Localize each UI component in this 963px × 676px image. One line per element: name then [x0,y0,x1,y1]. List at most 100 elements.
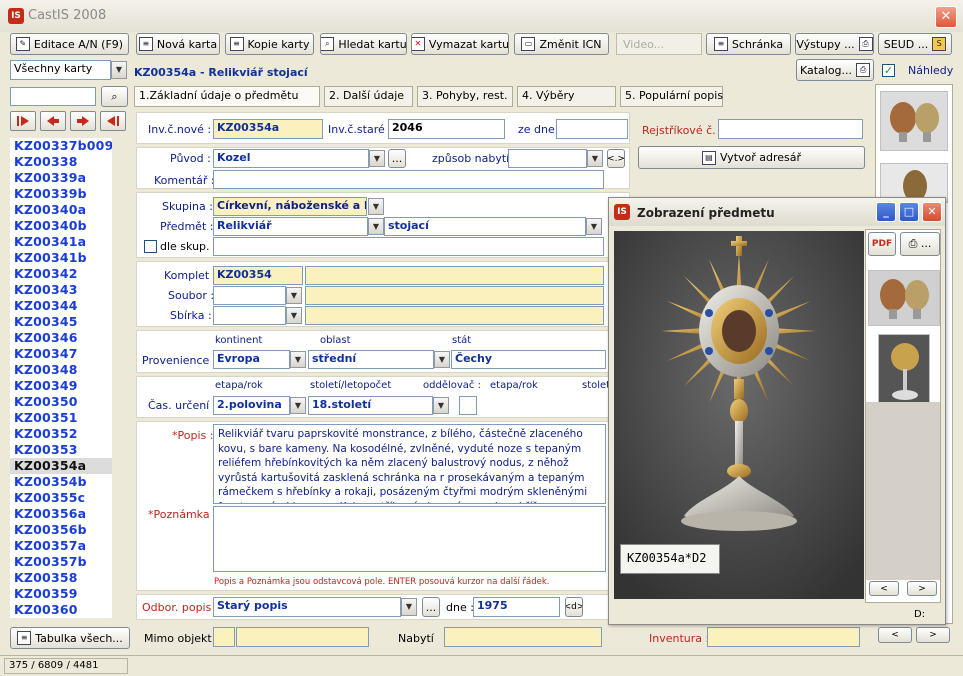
list-item[interactable]: KZ00356a [10,506,112,522]
popup-maximize-button[interactable]: □ [899,202,919,222]
expert-description-dropdown-icon[interactable]: ▼ [401,598,417,616]
stage-field[interactable]: 2.polovina [213,396,290,415]
thumb-next-button[interactable]: > [916,627,950,643]
catalog-button[interactable]: Katalog... ⎙ [796,59,874,81]
list-search-input[interactable] [10,87,96,106]
list-item[interactable]: KZ00338 [10,154,112,170]
list-item[interactable]: KZ00348 [10,362,112,378]
tab-selections[interactable]: 4. Výběry [517,86,616,107]
list-item[interactable]: KZ00360 [10,602,112,618]
list-item[interactable]: KZ00353 [10,442,112,458]
region-field[interactable]: střední [308,350,434,369]
nav-next-button[interactable] [70,111,96,131]
list-item[interactable]: KZ00359 [10,586,112,602]
table-all-button[interactable]: ≡ Tabulka všech... [10,627,130,649]
group-extra-field[interactable] [213,237,604,256]
acquired-field[interactable] [444,627,602,647]
clipboard-button[interactable]: ≡ Schránka [706,33,791,55]
description-textarea[interactable]: Relikviář tvaru paprskovité monstrance, … [213,424,606,504]
country-field[interactable]: Čechy [451,350,606,369]
expert-date-button[interactable]: <d> [565,597,583,617]
list-item[interactable]: KZ00347 [10,346,112,362]
seud-button[interactable]: SEUD ... S [878,33,952,55]
record-list[interactable]: KZ00337b009 KZ00338 KZ00339a KZ00339b KZ0034… [10,138,112,618]
nav-first-button[interactable] [10,111,36,131]
card-filter-select[interactable]: Všechny karty [10,60,111,80]
popup-thumbnail-1[interactable] [868,270,940,326]
tab-more[interactable]: 2. Další údaje [324,86,413,107]
list-item[interactable]: KZ00339a [10,170,112,186]
editace-button[interactable]: ✎ Editace A/N (F9) [10,33,129,55]
date-field[interactable] [556,119,628,139]
century-field[interactable]: 18.století [308,396,433,415]
nav-prev-button[interactable] [40,111,66,131]
expert-description-field[interactable]: Starý popis [213,597,401,617]
list-item[interactable]: KZ00356b [10,522,112,538]
origin-dropdown-icon[interactable]: ▼ [369,150,385,167]
region-dropdown-icon[interactable]: ▼ [434,351,450,368]
list-item[interactable]: KZ00358 [10,570,112,586]
stage-dropdown-icon[interactable]: ▼ [290,397,306,414]
list-item[interactable]: KZ00341a [10,234,112,250]
inventory-field[interactable] [707,627,860,647]
list-item[interactable]: KZ00345 [10,314,112,330]
nav-last-button[interactable] [100,111,126,131]
list-item[interactable]: KZ00357b [10,554,112,570]
popup-close-button[interactable]: ✕ [922,202,942,222]
set-field[interactable] [213,286,286,305]
by-group-checkbox[interactable] [144,240,157,253]
continent-dropdown-icon[interactable]: ▼ [290,351,306,368]
tab-popular[interactable]: 5. Populární popis [620,86,723,107]
copy-card-button[interactable]: ≡ Kopie karty [225,33,314,55]
off-site-code-field[interactable] [213,627,235,647]
set-dropdown-icon[interactable]: ▼ [286,287,302,304]
popup-minimize-button[interactable]: _ [876,202,896,222]
list-item[interactable]: KZ00354a [10,458,112,474]
tab-basic[interactable]: 1.Základní údaje o předmětu [134,86,320,107]
popup-thumb-prev-button[interactable]: < [869,581,899,596]
off-site-field[interactable] [236,627,369,647]
century-dropdown-icon[interactable]: ▼ [433,397,449,414]
list-item[interactable]: KZ00354b [10,474,112,490]
list-item[interactable]: KZ00350 [10,394,112,410]
list-item[interactable]: KZ00344 [10,298,112,314]
list-item[interactable]: KZ00343 [10,282,112,298]
popup-thumb-next-button[interactable]: > [907,581,937,596]
list-item[interactable]: KZ00342 [10,266,112,282]
collection-dropdown-icon[interactable]: ▼ [286,307,302,324]
popup-print-button[interactable]: ⎙ ... [900,232,940,256]
acquisition-extra-button[interactable]: <.> [607,149,625,168]
list-item[interactable]: KZ00337b009 [10,138,112,154]
thumb-prev-button[interactable]: < [878,627,912,643]
list-search-button[interactable]: ⌕ [101,86,128,107]
list-item[interactable]: KZ00339b [10,186,112,202]
window-close-button[interactable]: ✕ [935,6,957,28]
list-item[interactable]: KZ00355c [10,490,112,506]
outputs-button[interactable]: Výstupy ... ⎙ [795,33,874,55]
continent-field[interactable]: Evropa [213,350,290,369]
previews-checkbox[interactable]: ✓ [882,64,895,77]
list-item[interactable]: KZ00340a [10,202,112,218]
complex-field[interactable]: KZ00354 [213,266,303,285]
tab-movements[interactable]: 3. Pohyby, rest. [417,86,513,107]
card-filter-dropdown-icon[interactable]: ▼ [111,61,127,79]
object-detail-dropdown-icon[interactable]: ▼ [586,218,602,235]
note-textarea[interactable] [213,506,606,572]
expert-date-field[interactable]: 1975 [473,597,560,617]
acquisition-field[interactable] [508,149,587,168]
list-item[interactable]: KZ00357a [10,538,112,554]
collection-field[interactable] [213,306,286,325]
separator-field[interactable] [459,396,477,415]
group-dropdown-icon[interactable]: ▼ [368,198,384,215]
list-item[interactable]: KZ00349 [10,378,112,394]
origin-more-button[interactable]: ... [388,149,406,168]
search-card-button[interactable]: ⌕ Hledat kartu [320,33,407,55]
acquisition-dropdown-icon[interactable]: ▼ [587,150,603,167]
group-field[interactable]: Církevní, náboženské a ku [213,197,367,216]
list-item[interactable]: KZ00340b [10,218,112,234]
pdf-button[interactable]: PDF [868,232,896,256]
list-item[interactable]: KZ00346 [10,330,112,346]
expert-more-button[interactable]: ... [422,597,440,617]
object-field[interactable]: Relikviář [213,217,368,236]
create-folder-button[interactable]: ▤ Vytvoř adresář [638,146,865,169]
